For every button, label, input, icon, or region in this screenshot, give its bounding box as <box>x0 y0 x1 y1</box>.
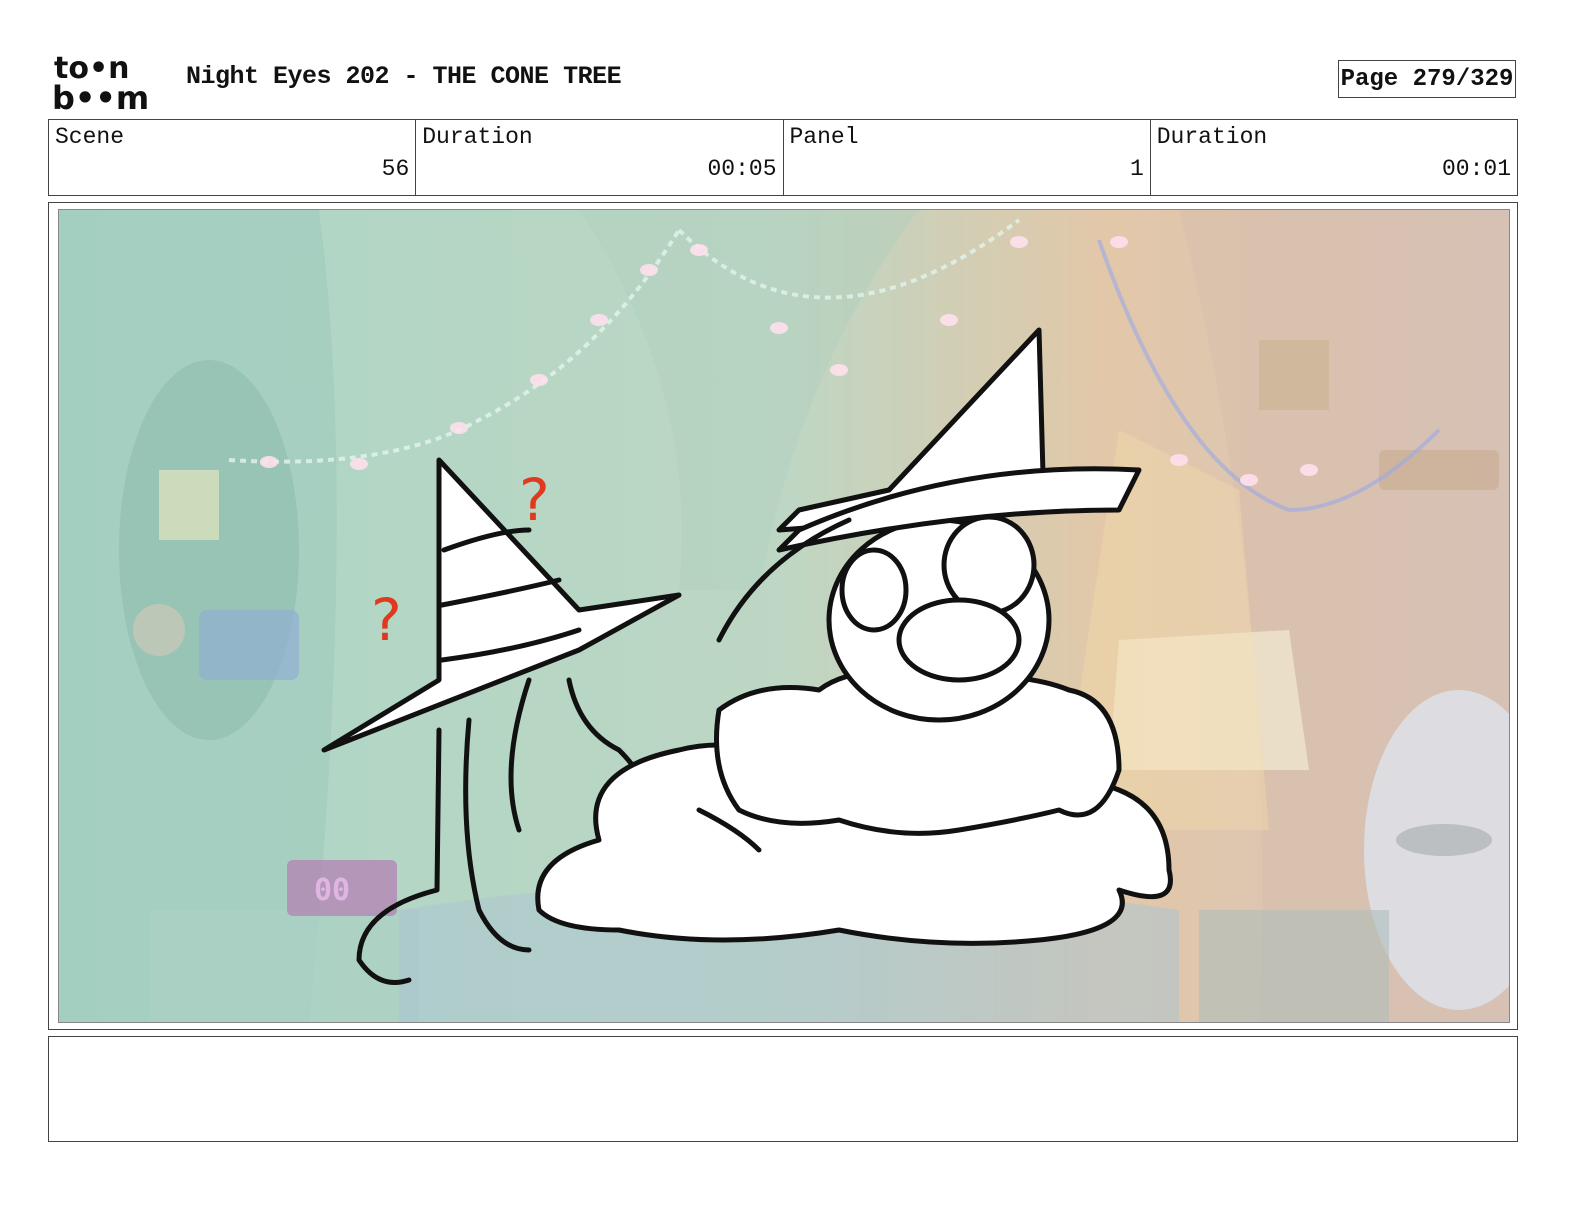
toon-boom-logo: to•n b••m <box>52 52 149 112</box>
page-number: Page 279/329 <box>1338 60 1516 98</box>
scene-info-row: Scene 56 Duration 00:05 Panel 1 Duration… <box>48 119 1518 196</box>
scene-value: 56 <box>381 156 410 182</box>
scene-duration-label: Duration <box>422 124 533 150</box>
scene-cell: Scene 56 <box>49 120 417 195</box>
document-title: Night Eyes 202 - THE CONE TREE <box>186 62 622 91</box>
panel-cell: Panel 1 <box>784 120 1151 195</box>
panel-label: Panel <box>789 124 859 150</box>
panel-illustration: 00 ? ? <box>59 210 1509 1022</box>
panel-notes-box <box>48 1036 1518 1142</box>
panel-duration-cell: Duration 00:01 <box>1151 120 1517 195</box>
creature-beak <box>896 597 1022 683</box>
scene-duration-value: 00:05 <box>707 156 777 182</box>
scene-label: Scene <box>55 124 125 150</box>
storyboard-panel-image: 00 ? ? <box>58 209 1510 1023</box>
panel-duration-value: 00:01 <box>1441 156 1511 182</box>
creature-eye-left <box>839 547 909 633</box>
question-mark-lower: ? <box>371 586 402 654</box>
logo-bottom-text: b••m <box>52 79 149 112</box>
panel-duration-label: Duration <box>1156 124 1268 150</box>
scene-duration-cell: Duration 00:05 <box>416 120 784 195</box>
panel-value: 1 <box>1129 156 1144 182</box>
question-mark-upper: ? <box>519 466 550 534</box>
